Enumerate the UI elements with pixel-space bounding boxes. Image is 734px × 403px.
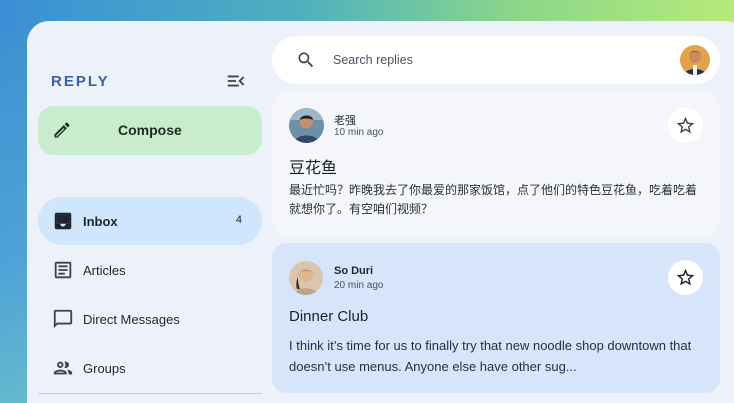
unread-count-badge: 4 — [235, 214, 242, 226]
nav-item-articles[interactable]: Articles — [38, 246, 262, 294]
search-icon — [298, 52, 314, 68]
star-button[interactable] — [668, 108, 703, 143]
nav-item-label: Articles — [83, 263, 126, 278]
sender-avatar — [289, 261, 323, 295]
nav-item-label: Groups — [83, 361, 126, 376]
email-preview: 最近忙吗？昨晚我去了你最爱的那家饭馆，点了他们的特色豆花鱼，吃着吃着就想你了。有… — [289, 183, 698, 216]
nav-item-inbox[interactable]: Inbox 4 — [38, 197, 262, 245]
star-outline-icon — [676, 116, 695, 134]
nav-item-direct-messages[interactable]: Direct Messages — [38, 295, 262, 343]
email-timestamp: 10 min ago — [334, 127, 384, 138]
email-subject: 豆花鱼 — [289, 160, 338, 177]
sender-avatar-image — [289, 108, 324, 143]
navigation-drawer: REPLY Compose Inbox 4 Articles Direct Me… — [27, 21, 271, 403]
email-card[interactable]: 老强 10 min ago 豆花鱼 最近忙吗？昨晚我去了你最爱的那家饭馆，点了他… — [272, 91, 720, 236]
reply-app-window: REPLY Compose Inbox 4 Articles Direct Me… — [27, 21, 734, 403]
sender-avatar — [289, 108, 324, 143]
collapse-menu-button[interactable] — [225, 70, 247, 92]
compose-label: Compose — [118, 122, 182, 138]
sender-avatar-image — [289, 261, 323, 295]
compose-button[interactable]: Compose — [38, 106, 262, 155]
groups-icon — [53, 361, 73, 375]
star-outline-icon — [676, 268, 695, 286]
pencil-icon — [54, 122, 70, 138]
sender-name: So Duri — [334, 265, 374, 277]
star-button[interactable] — [668, 260, 703, 295]
email-card-selected[interactable]: So Duri 20 min ago Dinner Club I think i… — [272, 243, 720, 393]
search-input[interactable] — [333, 48, 633, 72]
chat-icon — [53, 309, 73, 329]
nav-item-groups[interactable]: Groups — [38, 344, 262, 392]
email-preview: I think it’s time for us to finally try … — [289, 338, 692, 374]
user-avatar[interactable] — [680, 45, 710, 75]
user-avatar-image — [680, 45, 710, 75]
email-timestamp: 20 min ago — [334, 280, 384, 291]
article-icon — [54, 261, 72, 279]
menu-open-icon — [227, 75, 245, 87]
app-brand: REPLY — [51, 73, 110, 90]
nav-divider — [38, 393, 262, 394]
nav-item-label: Inbox — [83, 214, 118, 229]
email-subject: Dinner Club — [289, 308, 369, 325]
nav-item-label: Direct Messages — [83, 312, 180, 327]
sender-name: 老强 — [334, 115, 356, 127]
search-bar[interactable] — [272, 36, 720, 84]
inbox-icon — [54, 212, 72, 230]
